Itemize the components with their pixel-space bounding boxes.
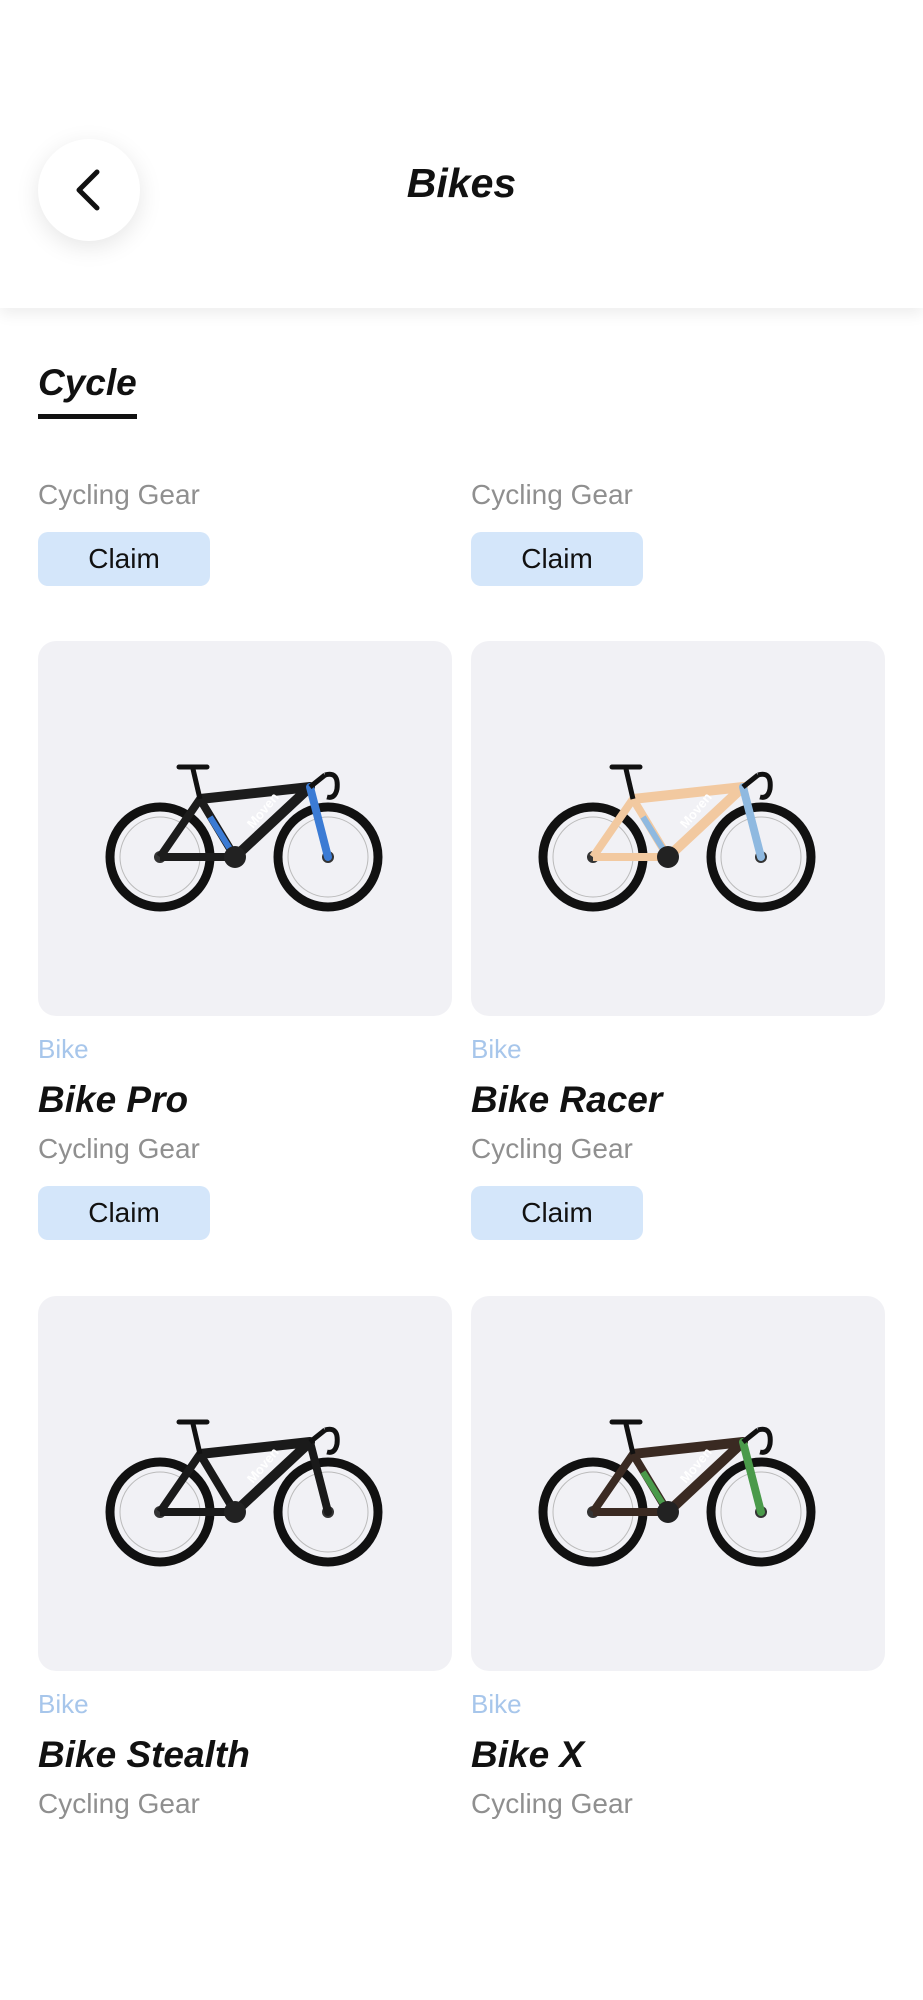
bike-image: Moven <box>105 764 383 911</box>
product-category: Bike <box>38 1034 89 1064</box>
product-image[interactable]: Moven <box>471 1296 885 1671</box>
claim-button[interactable]: Claim <box>471 532 643 586</box>
product-subtitle: Cycling Gear <box>471 1788 633 1819</box>
bike-image: Moven <box>105 1419 383 1566</box>
product-category: Bike <box>471 1689 522 1719</box>
product-card-bike-stealth[interactable]: Moven Bike Bike Stealth Cycling Gear <box>38 1296 452 1821</box>
bike-image: Moven <box>538 1419 816 1566</box>
product-subtitle: Cycling Gear <box>38 479 200 510</box>
product-card-bike-x[interactable]: Moven Bike Bike X Cycling Gear <box>471 1296 885 1821</box>
product-image[interactable]: Moven <box>38 641 452 1016</box>
product-card: Cycling Gear Claim <box>38 478 452 586</box>
claim-button[interactable]: Claim <box>471 1186 643 1240</box>
bike-image: Moven <box>538 764 816 911</box>
claim-button[interactable]: Claim <box>38 1186 210 1240</box>
product-name: Bike Racer <box>471 1079 663 1120</box>
product-name: Bike Pro <box>38 1079 189 1120</box>
product-subtitle: Cycling Gear <box>38 1133 200 1164</box>
product-name: Bike Stealth <box>38 1734 250 1775</box>
page-title: Bikes <box>406 160 517 206</box>
product-subtitle: Cycling Gear <box>471 479 633 510</box>
product-card: Cycling Gear Claim <box>471 478 885 586</box>
product-subtitle: Cycling Gear <box>471 1133 633 1164</box>
product-card-bike-pro[interactable]: Moven Bike Bike Pro Cycling Gear Claim <box>38 641 452 1240</box>
product-name: Bike X <box>471 1734 585 1775</box>
product-subtitle: Cycling Gear <box>38 1788 200 1819</box>
top-header: Bikes <box>0 0 923 308</box>
product-card-bike-racer[interactable]: Moven Bike Bike Racer Cycling Gear Claim <box>471 641 885 1240</box>
product-image[interactable]: Moven <box>38 1296 452 1671</box>
tab-cycle[interactable]: Cycle <box>38 362 137 419</box>
product-category: Bike <box>471 1034 522 1064</box>
product-image[interactable]: Moven <box>471 641 885 1016</box>
product-category: Bike <box>38 1689 89 1719</box>
claim-button[interactable]: Claim <box>38 532 210 586</box>
